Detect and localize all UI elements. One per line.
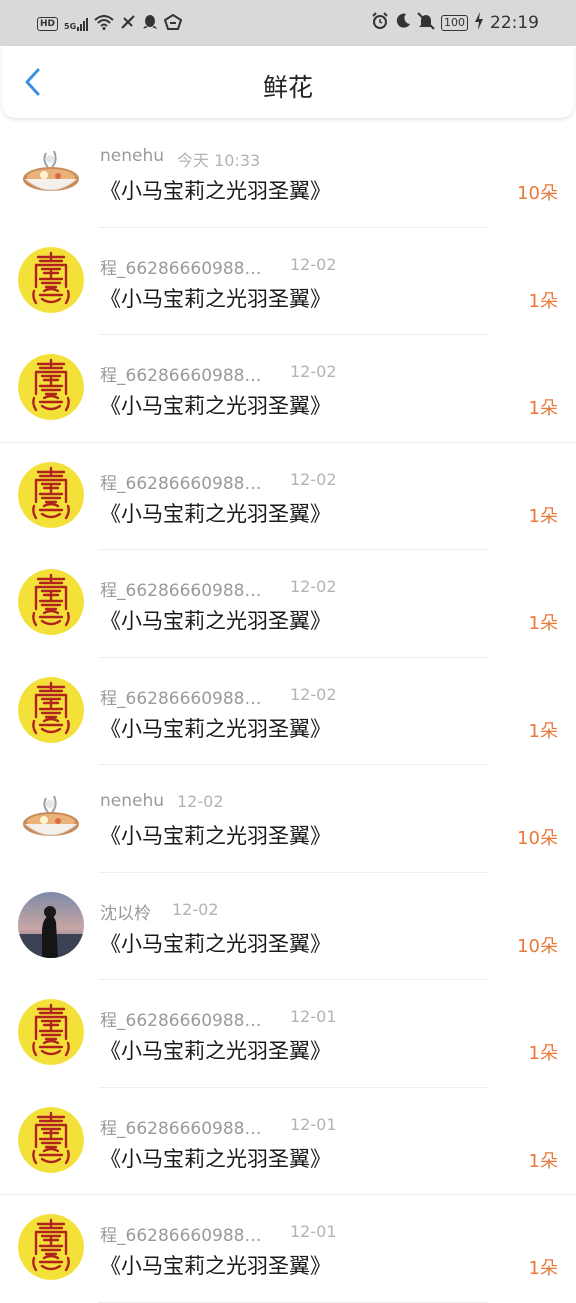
page-title: 鲜花 — [262, 73, 313, 102]
list-item[interactable]: 程_662866609884... 12-01 《小马宝莉之光羽圣翼》 1朵 — [0, 1088, 576, 1195]
list-item[interactable]: nenehu 12-02 《小马宝莉之光羽圣翼》 10朵 — [0, 765, 576, 873]
list-item[interactable]: 程_662866609884... 12-01 《小马宝莉之光羽圣翼》 1朵 — [0, 980, 576, 1088]
sender-name: 沈以柃 — [100, 903, 151, 924]
sender-name: 程_662866609884... — [100, 1011, 270, 1031]
avatar-talisman[interactable] — [18, 676, 84, 743]
send-date: 12-02 — [290, 254, 337, 274]
status-bar: HD 5G 100 22:19 — [0, 0, 576, 46]
flower-count: 1朵 — [528, 398, 558, 419]
send-date: 12-02 — [172, 899, 219, 919]
book-title: 《小马宝莉之光羽圣翼》 — [100, 1146, 331, 1171]
alarm-icon — [371, 12, 389, 34]
book-title: 《小马宝莉之光羽圣翼》 — [100, 394, 331, 418]
avatar-talisman[interactable] — [18, 999, 84, 1065]
nav-bar: 鲜花 — [2, 46, 574, 118]
sender-name: 程_662866609884... — [100, 1226, 270, 1246]
flower-count: 1朵 — [528, 720, 558, 742]
book-title: 《小马宝莉之光羽圣翼》 — [100, 716, 331, 741]
status-right-icons: 100 22:19 — [371, 12, 539, 34]
sender-name: 程_662866609884... — [100, 688, 270, 709]
book-title: 《小马宝莉之光羽圣翼》 — [100, 824, 331, 848]
avatar-noodle[interactable] — [18, 139, 84, 205]
avatar-talisman[interactable] — [18, 1214, 84, 1280]
avatar-talisman[interactable] — [18, 569, 84, 635]
flower-count: 1朵 — [528, 1258, 558, 1279]
hd-icon: HD — [37, 16, 59, 31]
avatar-talisman[interactable] — [18, 461, 84, 528]
book-title: 《小马宝莉之光羽圣翼》 — [100, 501, 331, 526]
flower-count: 1朵 — [528, 613, 558, 634]
sender-name: 程_662866609884... — [100, 258, 270, 279]
list-item[interactable]: 沈以柃 12-02 《小马宝莉之光羽圣翼》 10朵 — [0, 873, 576, 980]
qq-icon — [142, 14, 158, 33]
vibrate-icon — [120, 14, 136, 33]
flower-record-list: nenehu 今天 10:33 《小马宝莉之光羽圣翼》 10朵 程_662866… — [0, 120, 576, 1303]
book-title: 《小马宝莉之光羽圣翼》 — [100, 1254, 331, 1278]
book-title: 《小马宝莉之光羽圣翼》 — [100, 179, 331, 203]
send-date: 12-02 — [290, 362, 337, 381]
flower-count: 1朵 — [528, 1150, 558, 1172]
send-date: 12-01 — [290, 1114, 337, 1134]
wifi-icon — [94, 14, 114, 33]
list-item[interactable]: 程_662866609884... 12-02 《小马宝莉之光羽圣翼》 1朵 — [0, 228, 576, 335]
list-item[interactable]: 程_662866609884... 12-02 《小马宝莉之光羽圣翼》 1朵 — [0, 658, 576, 765]
list-item[interactable]: 程_662866609884... 12-02 《小马宝莉之光羽圣翼》 1朵 — [0, 335, 576, 443]
avatar-noodle[interactable] — [18, 784, 84, 850]
app-icon — [163, 13, 183, 33]
book-title: 《小马宝莉之光羽圣翼》 — [100, 286, 331, 311]
flower-count: 10朵 — [517, 935, 558, 957]
flower-count: 1朵 — [528, 290, 558, 312]
sender-name: nenehu — [100, 146, 165, 166]
moon-icon — [395, 13, 411, 33]
sender-name: 程_662866609884... — [100, 1118, 270, 1139]
sender-name: 程_662866609884... — [100, 581, 270, 601]
sender-name: nenehu — [100, 791, 165, 811]
avatar-talisman[interactable] — [18, 1106, 84, 1173]
send-date: 12-02 — [290, 469, 337, 489]
avatar-talisman[interactable] — [18, 246, 84, 313]
flower-count: 1朵 — [528, 1043, 558, 1064]
list-item[interactable]: 程_662866609884... 12-02 《小马宝莉之光羽圣翼》 1朵 — [0, 443, 576, 550]
row-divider — [98, 1301, 488, 1303]
5g-signal-icon: 5G — [64, 17, 89, 31]
list-item[interactable]: 程_662866609884... 12-02 《小马宝莉之光羽圣翼》 1朵 — [0, 550, 576, 658]
book-title: 《小马宝莉之光羽圣翼》 — [100, 609, 331, 633]
list-item[interactable]: 程_662866609884... 12-01 《小马宝莉之光羽圣翼》 1朵 — [0, 1195, 576, 1303]
send-date: 12-02 — [290, 684, 337, 704]
send-date: 12-02 — [177, 792, 224, 811]
book-title: 《小马宝莉之光羽圣翼》 — [100, 931, 331, 956]
charging-icon — [474, 12, 484, 34]
book-title: 《小马宝莉之光羽圣翼》 — [100, 1039, 331, 1063]
send-date: 12-01 — [290, 1007, 337, 1026]
flower-count: 10朵 — [517, 183, 558, 204]
sender-name: 程_662866609884... — [100, 366, 270, 386]
mute-icon — [417, 12, 435, 34]
sender-name: 程_662866609884... — [100, 473, 270, 494]
avatar-photo[interactable] — [18, 891, 84, 958]
status-left-icons: HD 5G — [37, 13, 183, 33]
avatar-talisman[interactable] — [18, 354, 84, 420]
flower-count: 1朵 — [528, 505, 558, 527]
status-time: 22:19 — [490, 13, 539, 33]
battery-icon: 100 — [441, 15, 468, 31]
send-date: 12-02 — [290, 577, 337, 596]
list-item[interactable]: nenehu 今天 10:33 《小马宝莉之光羽圣翼》 10朵 — [0, 120, 576, 228]
send-date: 今天 10:33 — [177, 151, 261, 170]
send-date: 12-01 — [290, 1222, 337, 1241]
flower-count: 10朵 — [517, 828, 558, 849]
